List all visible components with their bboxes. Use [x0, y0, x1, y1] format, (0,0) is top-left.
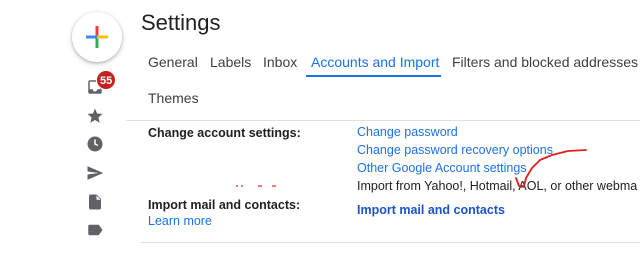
import-mail-and-contacts-link[interactable]: Import mail and contacts	[357, 203, 505, 217]
tab-labels[interactable]: Labels	[210, 54, 251, 70]
clock-icon[interactable]	[86, 135, 104, 153]
tabs-divider	[126, 120, 640, 121]
other-google-account-settings-link[interactable]: Other Google Account settings	[357, 161, 527, 175]
learn-more-link[interactable]: Learn more	[148, 214, 212, 228]
change-password-recovery-link[interactable]: Change password recovery options	[357, 143, 553, 157]
compose-plus-icon	[86, 26, 108, 48]
left-rail: 55	[0, 0, 126, 270]
tab-general[interactable]: General	[148, 54, 198, 70]
page-title: Settings	[141, 10, 221, 35]
tab-filters-and-blocked-addresses[interactable]: Filters and blocked addresses	[452, 54, 638, 70]
import-description: Import from Yahoo!, Hotmail, AOL, or oth…	[357, 179, 638, 193]
change-account-settings-label: Change account settings:	[148, 126, 301, 140]
change-password-link[interactable]: Change password	[357, 125, 458, 139]
active-tab-indicator	[306, 75, 441, 77]
send-icon[interactable]	[86, 164, 104, 182]
import-mail-label: Import mail and contacts:	[148, 198, 301, 212]
file-icon[interactable]	[86, 193, 104, 211]
compose-button[interactable]	[72, 12, 122, 62]
tab-accounts-and-import[interactable]: Accounts and Import	[311, 54, 439, 70]
tab-themes[interactable]: Themes	[148, 90, 199, 106]
rows-divider	[140, 242, 640, 243]
inbox-unread-badge: 55	[96, 70, 117, 90]
tab-inbox[interactable]: Inbox	[263, 54, 297, 70]
star-icon[interactable]	[86, 107, 104, 125]
label-icon[interactable]	[86, 221, 104, 239]
